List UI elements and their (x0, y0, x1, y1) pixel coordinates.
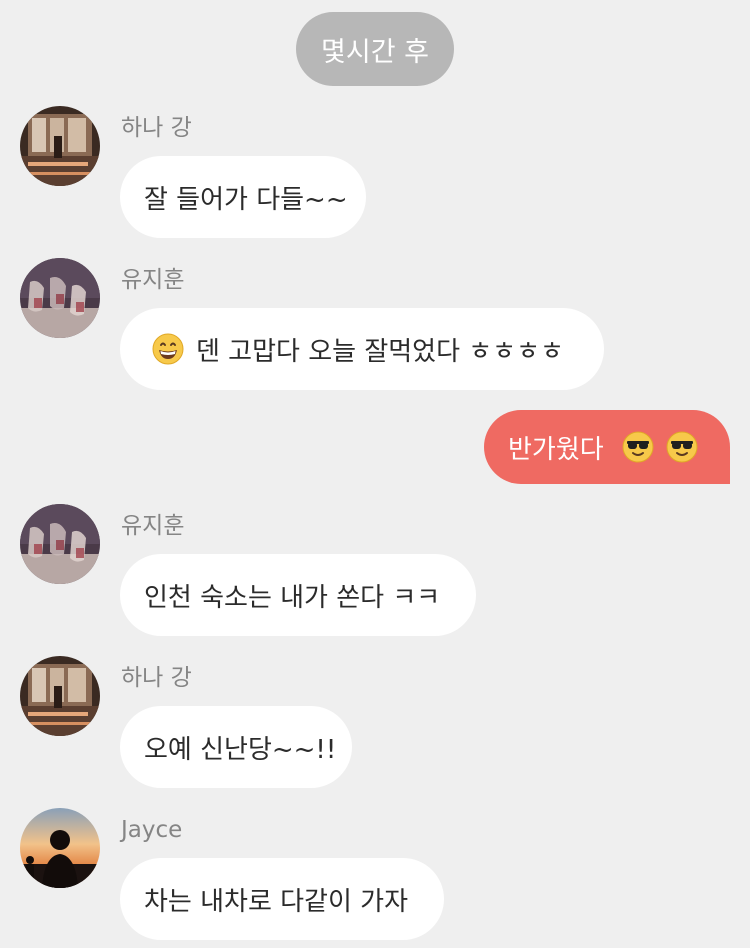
grinning-face-icon (152, 333, 184, 365)
sender-name: 유지훈 (121, 267, 185, 293)
sender-name: 유지훈 (121, 513, 185, 539)
avatar-hana-kang[interactable] (20, 656, 100, 736)
message-text: 인천 숙소는 내가 쏜다 ㅋㅋ (144, 582, 441, 613)
message-text: 반가웠다 (508, 434, 604, 465)
message-text: 잘 들어가 다들~~ (144, 184, 348, 215)
sender-name: 하나 강 (121, 115, 192, 141)
message-bubble[interactable]: 덴 고맙다 오늘 잘먹었다 ㅎㅎㅎㅎ (120, 308, 604, 390)
avatar-jayce[interactable] (20, 808, 100, 888)
message-bubble[interactable]: 인천 숙소는 내가 쏜다 ㅋㅋ (120, 554, 476, 636)
message-bubble[interactable]: 오예 신난당~~!! (120, 706, 352, 788)
sunglasses-face-icon (622, 431, 654, 463)
message-text: 차는 내차로 다같이 가자 (144, 886, 408, 917)
message-bubble[interactable]: 잘 들어가 다들~~ (120, 156, 366, 238)
message-text: 오예 신난당~~!! (144, 734, 337, 765)
sender-name: 하나 강 (121, 665, 192, 691)
message-text: 덴 고맙다 오늘 잘먹었다 ㅎㅎㅎㅎ (196, 336, 564, 367)
avatar-hana-kang[interactable] (20, 106, 100, 186)
sender-name: Jayce (121, 817, 183, 843)
time-divider-badge: 몇시간 후 (296, 12, 454, 86)
message-bubble[interactable]: 차는 내차로 다같이 가자 (120, 858, 444, 940)
avatar-yu-jihun[interactable] (20, 258, 100, 338)
outgoing-message-bubble[interactable]: 반가웠다 (484, 410, 730, 484)
avatar-yu-jihun[interactable] (20, 504, 100, 584)
sunglasses-face-icon (666, 431, 698, 463)
